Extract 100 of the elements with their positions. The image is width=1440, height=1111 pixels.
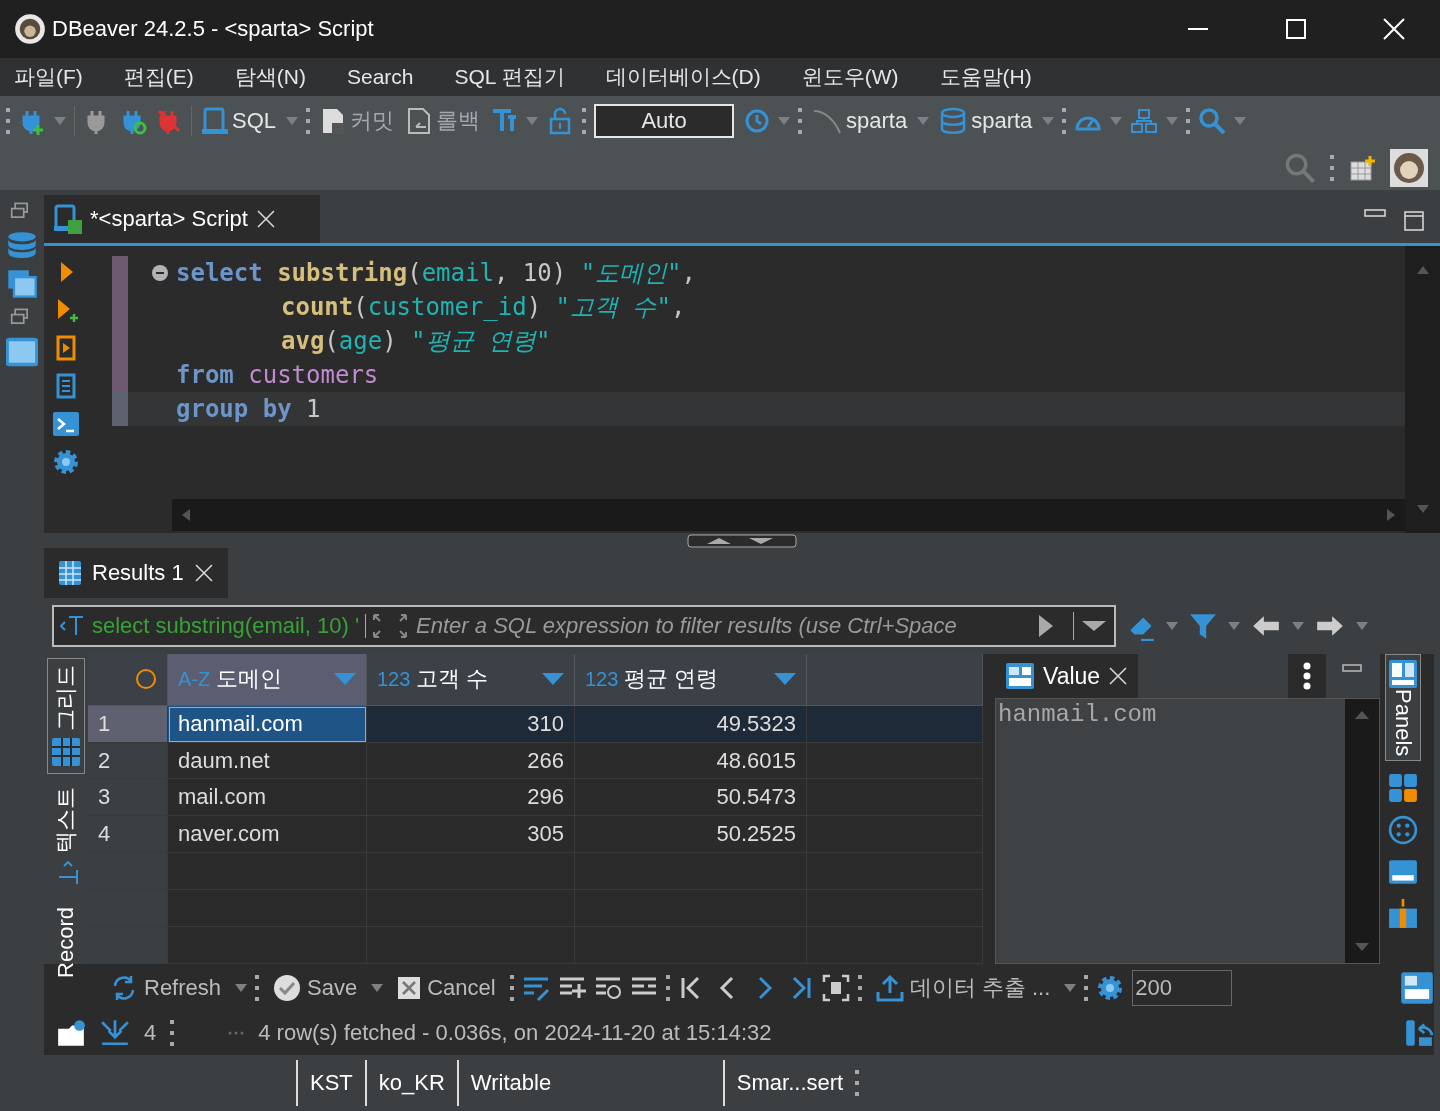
datasource-selector[interactable]: sparta xyxy=(810,107,910,135)
menu-item[interactable]: 파일(F) xyxy=(14,63,83,91)
caret-icon[interactable] xyxy=(1064,984,1077,992)
menu-item[interactable]: 윈도우(W) xyxy=(801,63,899,91)
scroll-down-icon[interactable] xyxy=(1355,943,1369,951)
fetch-icon[interactable] xyxy=(100,1018,130,1048)
sql-editor-button[interactable]: SQL xyxy=(200,107,279,135)
gear-icon[interactable] xyxy=(1096,974,1125,1002)
table-cell[interactable] xyxy=(168,890,367,928)
caret-icon[interactable] xyxy=(526,117,539,125)
caret-icon[interactable] xyxy=(1234,117,1247,125)
table-cell[interactable]: 50.2525 xyxy=(575,816,807,854)
more-options-button[interactable] xyxy=(1288,654,1326,698)
table-add-icon[interactable] xyxy=(1348,154,1376,182)
table-cell[interactable]: daum.net xyxy=(168,742,367,780)
avatar-icon[interactable] xyxy=(1390,149,1428,187)
close-icon[interactable] xyxy=(193,563,214,583)
search-icon[interactable] xyxy=(1284,152,1316,184)
network-icon[interactable] xyxy=(1130,107,1159,135)
scroll-right-icon[interactable] xyxy=(1387,509,1395,521)
caret-icon[interactable] xyxy=(1356,622,1368,630)
sort-icon[interactable] xyxy=(334,673,356,686)
scroll-up-icon[interactable] xyxy=(1416,266,1429,274)
fit-screen-icon[interactable] xyxy=(821,974,850,1002)
panels-toggle[interactable]: Panels xyxy=(1385,654,1421,762)
sort-icon[interactable] xyxy=(774,673,796,686)
column-header[interactable]: 123 평균 연령 xyxy=(575,654,807,706)
terminal-icon[interactable] xyxy=(52,410,80,438)
export-data-button[interactable]: 데이터 추출 ... xyxy=(869,972,1057,1004)
menu-item[interactable]: 데이터베이스(D) xyxy=(605,63,761,91)
caret-icon[interactable] xyxy=(1166,117,1179,125)
gear-icon[interactable] xyxy=(52,448,80,476)
caret-icon[interactable] xyxy=(1042,117,1055,125)
scroll-down-icon[interactable] xyxy=(1416,505,1429,513)
save-button[interactable]: Save xyxy=(267,973,364,1003)
search-icon[interactable] xyxy=(1198,107,1227,135)
table-cell[interactable]: 305 xyxy=(367,816,575,854)
caret-icon[interactable] xyxy=(917,117,930,125)
menu-item[interactable]: SQL 편집기 xyxy=(454,63,565,91)
caret-icon[interactable] xyxy=(1110,117,1123,125)
table-cell[interactable]: 266 xyxy=(367,742,575,780)
menu-item[interactable]: 탐색(N) xyxy=(234,63,306,91)
sort-icon[interactable] xyxy=(542,673,564,686)
maximize-icon[interactable] xyxy=(1286,19,1306,39)
table-cell[interactable]: hanmail.com xyxy=(168,705,367,743)
scrollbar[interactable] xyxy=(1405,246,1440,533)
table-cell[interactable]: 296 xyxy=(367,779,575,817)
table-cell[interactable]: 50.5473 xyxy=(575,779,807,817)
filter-history[interactable]: select substring(email, 10) ' xyxy=(54,613,366,639)
table-cell[interactable]: 49.5323 xyxy=(575,705,807,743)
menu-item[interactable]: 도움말(H) xyxy=(939,63,1032,91)
table-cell[interactable] xyxy=(807,742,983,780)
caret-icon[interactable] xyxy=(235,984,248,992)
scroll-up-icon[interactable] xyxy=(1355,711,1369,719)
calculator-icon[interactable] xyxy=(1388,773,1418,804)
caret-icon[interactable] xyxy=(1292,622,1304,630)
transaction-mode-field[interactable]: Auto xyxy=(594,104,735,138)
row-number[interactable]: 4 xyxy=(88,816,168,854)
view-tab[interactable]: 텍스트 xyxy=(47,780,85,894)
caret-icon[interactable] xyxy=(778,117,791,125)
row-number[interactable]: 3 xyxy=(88,779,168,817)
window-icon[interactable] xyxy=(6,336,38,368)
filter-field[interactable]: select substring(email, 10) ' Enter a SQL expression to filter results (use Ctrl+Space xyxy=(52,605,1116,647)
caret-icon[interactable] xyxy=(286,117,299,125)
more-icon[interactable] xyxy=(1303,662,1311,690)
apply-filter-icon[interactable] xyxy=(1039,615,1053,637)
schema-selector[interactable]: sparta xyxy=(937,107,1035,135)
windows-icon[interactable] xyxy=(6,268,38,300)
caret-icon[interactable] xyxy=(1228,622,1240,630)
panel-layout-icon[interactable] xyxy=(1400,971,1434,1005)
column-header[interactable]: 123 고객 수 xyxy=(367,654,575,706)
column-insert-icon[interactable] xyxy=(1388,899,1418,930)
row-number[interactable]: 2 xyxy=(88,742,168,780)
dots-circle-icon[interactable] xyxy=(1388,815,1418,846)
cancel-button[interactable]: Cancel xyxy=(391,974,502,1002)
close-icon[interactable] xyxy=(1108,666,1129,686)
layout-toggle-icon[interactable] xyxy=(1404,1018,1434,1048)
caret-icon[interactable] xyxy=(1166,622,1178,630)
caret-icon[interactable] xyxy=(371,984,384,992)
fetch-size-field[interactable]: 200 xyxy=(1132,970,1233,1006)
refresh-button[interactable]: Refresh xyxy=(104,973,228,1003)
select-all-icon[interactable] xyxy=(135,668,157,691)
column-header[interactable]: A-Z 도메인 xyxy=(168,654,367,706)
menu-item[interactable]: Search xyxy=(347,65,414,89)
dropdown-icon[interactable] xyxy=(1082,621,1106,631)
caret-icon[interactable] xyxy=(54,117,66,125)
scrollbar[interactable] xyxy=(172,499,1405,531)
plug-cross-icon[interactable] xyxy=(155,107,183,135)
table-cell[interactable]: mail.com xyxy=(168,779,367,817)
view-tab[interactable]: Record xyxy=(49,900,83,985)
editor-tab[interactable]: *<sparta> Script xyxy=(44,195,320,243)
results-tab[interactable]: Results 1 xyxy=(44,548,228,598)
menu-item[interactable]: 편집(E) xyxy=(123,63,194,91)
scrollbar[interactable] xyxy=(1345,699,1379,963)
view-tab[interactable]: 그리드 xyxy=(47,658,85,774)
table-cell[interactable]: 310 xyxy=(367,705,575,743)
scroll-left-icon[interactable] xyxy=(182,509,190,521)
value-panel-tab[interactable]: Value xyxy=(995,654,1139,698)
table-cell[interactable]: naver.com xyxy=(168,816,367,854)
sash-toggle-icon[interactable] xyxy=(687,533,797,548)
